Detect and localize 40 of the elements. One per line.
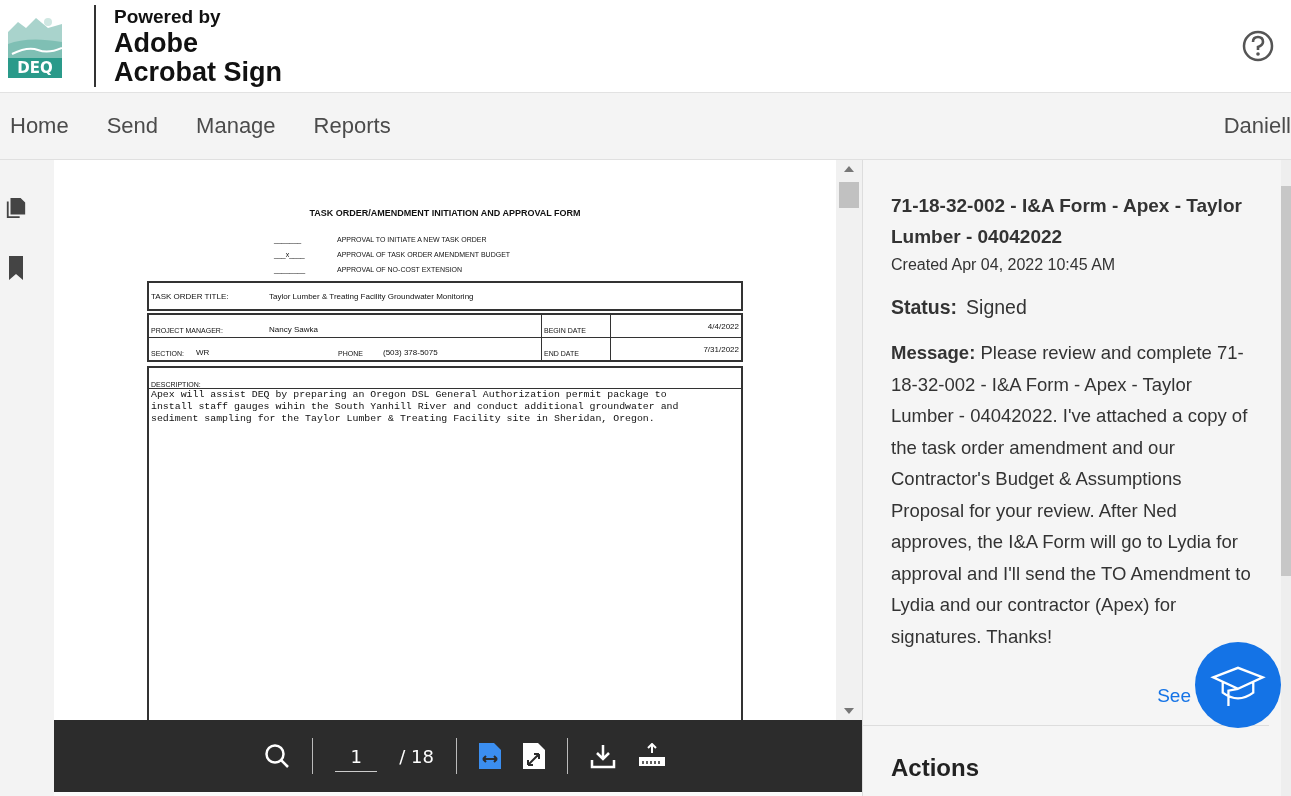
nav-link[interactable]: Reports (313, 113, 391, 139)
agreement-title: 71-18-32-002 - I&A Form - Apex - Taylor Lumber - 04042022 (891, 194, 1243, 249)
field-value: Taylor Lumber & Treating Facility Groundwater Monitoring (269, 291, 474, 301)
form-title: TASK ORDER/AMENDMENT INITIATION AND APPROVAL FORM (308, 208, 582, 218)
powered-by-text: Powered by (114, 5, 222, 29)
actions-heading: Actions (891, 754, 980, 782)
logo-text: DEQ (8, 58, 62, 78)
scrollbar[interactable] (1281, 160, 1291, 796)
created-date: Created Apr 04, 2022 10:45 AM (891, 256, 1117, 274)
fit-width-icon[interactable] (478, 743, 501, 769)
page-count: / 18 (399, 745, 434, 767)
field-label: TASK ORDER TITLE: (151, 291, 230, 301)
brand-name: Adobe (114, 29, 199, 58)
nav-link[interactable]: Manage (196, 113, 276, 139)
field-value: WR (196, 348, 211, 357)
page-number-field[interactable]: 1 (335, 746, 378, 772)
message-text: Message: Please review and complete 71-18-32-002 - I&A Form - Apex - Taylor Lumber - 04042022. I've attached a copy of the task order amendment and our Contractor's Budget & Assumptions Proposal for your review. After Ned approves, the I&A Form will go to Lydia for approval and I'll send the TO Amendment to Lydia and our contractor (Apex) for signatures. Thanks! (891, 341, 1252, 649)
status-value: Signed (966, 296, 1027, 319)
user-name[interactable]: Daniell (1223, 113, 1291, 139)
field-value: 4/4/2022 (707, 321, 739, 331)
brand-name: Acrobat Sign (114, 58, 282, 87)
download-icon[interactable] (589, 743, 616, 769)
fit-page-icon[interactable] (522, 743, 545, 769)
field-value: 7/31/2022 (703, 344, 739, 354)
bookmark-icon[interactable] (8, 255, 24, 281)
pages-icon[interactable] (5, 196, 27, 220)
field-value: (503) 378-5075 (383, 348, 438, 357)
description-line: install staff gauges wihin the South Yanhill River and conduct additional groundwater and (150, 401, 680, 413)
search-icon[interactable] (264, 743, 291, 769)
scrollbar[interactable] (836, 160, 862, 720)
see-less-link[interactable]: See (1157, 685, 1191, 707)
nav-link[interactable]: Home (10, 113, 69, 139)
field-value: Nancy Sawka (269, 325, 318, 334)
upload-icon[interactable] (637, 743, 666, 769)
description-line: Apex will assist DEQ by preparing an Oregon DSL General Authorization permit package to (150, 389, 668, 401)
graduation-cap-icon (1209, 664, 1267, 706)
description-line: sediment sampling for the Taylor Lumber & Treating Facility site in Sheridan, Oregon. (150, 413, 656, 425)
nav-link[interactable]: Send (106, 113, 159, 139)
help-icon[interactable] (1242, 30, 1274, 62)
status-label: Status: (891, 296, 958, 319)
